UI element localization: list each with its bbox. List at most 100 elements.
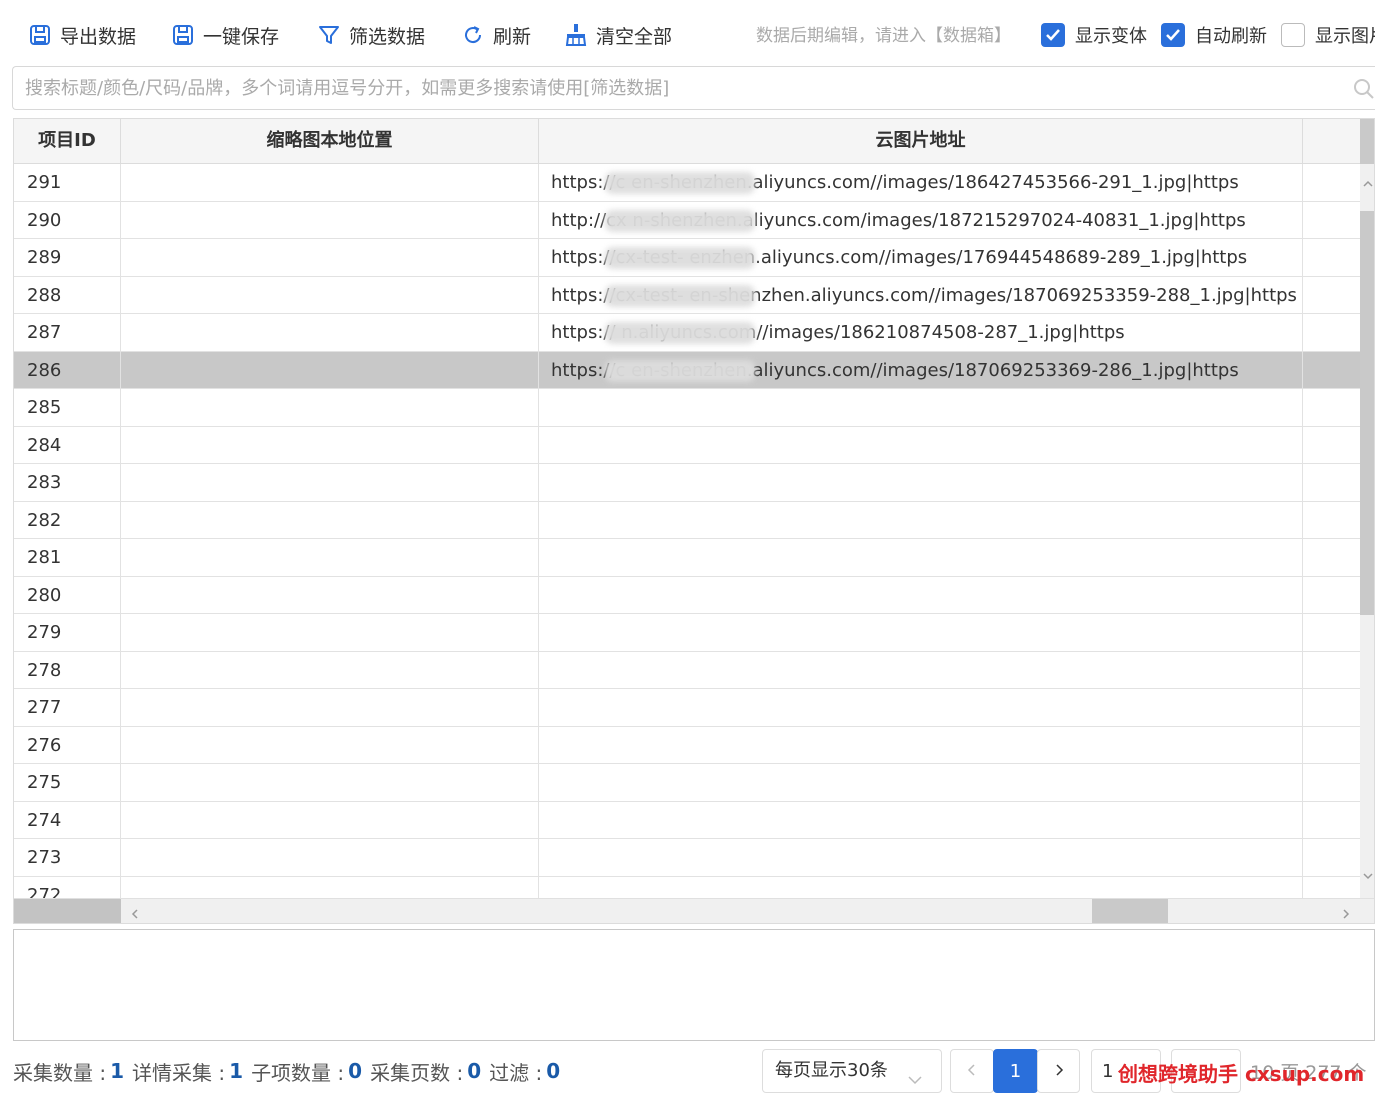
cell-project-id[interactable]: 289 [14,239,121,276]
cell-project-id[interactable]: 283 [14,464,121,501]
export-data-button[interactable]: 导出数据 [28,18,136,52]
cell-thumbnail-path[interactable] [121,389,539,426]
cell-project-id[interactable]: 277 [14,689,121,726]
table-row[interactable]: 285 [14,389,1360,427]
table-row[interactable]: 284 [14,426,1360,464]
table-row[interactable]: 272 [14,876,1360,898]
scroll-down-icon[interactable] [1362,867,1374,886]
cell-thumbnail-path[interactable] [121,614,539,651]
cell-project-id[interactable]: 282 [14,501,121,539]
table-row[interactable]: 273 [14,839,1360,877]
table-row[interactable]: 277 [14,689,1360,727]
cell-project-id[interactable]: 285 [14,389,121,426]
cell-cloud-image-url[interactable]: https://cx-test- enzhen.aliyuncs.com//im… [539,239,1303,276]
cell-cloud-image-url[interactable]: https://c en-shenzhen.aliyuncs.com//imag… [539,164,1303,201]
page-size-select[interactable]: 每页显示30条 [762,1049,942,1093]
cell-thumbnail-path[interactable] [121,314,539,351]
scroll-right-icon[interactable] [1340,905,1352,923]
table-row[interactable]: 278 [14,651,1360,689]
auto-refresh-checkbox[interactable]: 自动刷新 [1161,22,1267,48]
cell-cloud-image-url[interactable]: https://c en-shenzhen.aliyuncs.com//imag… [539,351,1303,389]
table-row[interactable]: 289 https://cx-test- enzhen.aliyuncs.com/… [14,239,1360,277]
table-row[interactable]: 280 [14,576,1360,614]
table-row[interactable]: 281 [14,539,1360,577]
table-row[interactable]: 282 [14,501,1360,539]
next-page-button[interactable] [1037,1049,1080,1093]
cell-project-id[interactable]: 274 [14,801,121,839]
vertical-scroll-thumb[interactable] [1360,211,1374,615]
cell-cloud-image-url[interactable] [539,651,1303,689]
cell-thumbnail-path[interactable] [121,239,539,276]
cell-project-id[interactable]: 279 [14,614,121,651]
cell-project-id[interactable]: 288 [14,276,121,314]
log-output-box[interactable] [13,929,1375,1041]
cell-thumbnail-path[interactable] [121,464,539,501]
cell-thumbnail-path[interactable] [121,201,539,239]
cell-thumbnail-path[interactable] [121,276,539,314]
clear-all-button[interactable]: 清空全部 [564,18,672,52]
cell-cloud-image-url[interactable] [539,876,1303,898]
table-row[interactable]: 274 [14,801,1360,839]
table-row[interactable]: 290 http://cx n-shenzhen.aliyuncs.com/ima… [14,201,1360,239]
column-header-cloud-image-url[interactable]: 云图片地址 [539,119,1303,163]
cell-thumbnail-path[interactable] [121,801,539,839]
cell-thumbnail-path[interactable] [121,876,539,898]
cell-project-id[interactable]: 276 [14,726,121,764]
column-header-thumbnail-path[interactable]: 缩略图本地位置 [121,119,539,163]
cell-cloud-image-url[interactable] [539,464,1303,501]
cell-thumbnail-path[interactable] [121,839,539,876]
cell-cloud-image-url[interactable] [539,614,1303,651]
cell-cloud-image-url[interactable]: https:// n.aliyuncs.com//images/18621087… [539,314,1303,351]
cell-project-id[interactable]: 278 [14,651,121,689]
cell-project-id[interactable]: 291 [14,164,121,201]
table-row[interactable]: 291 https://c en-shenzhen.aliyuncs.com//i… [14,164,1360,202]
table-row[interactable]: 286 https://c en-shenzhen.aliyuncs.com//i… [14,351,1360,389]
cell-cloud-image-url[interactable] [539,426,1303,464]
cell-project-id[interactable]: 284 [14,426,121,464]
horizontal-scroll-thumb[interactable] [1092,899,1168,923]
cell-cloud-image-url[interactable] [539,801,1303,839]
cell-thumbnail-path[interactable] [121,576,539,614]
cell-cloud-image-url[interactable]: http://cx n-shenzhen.aliyuncs.com/images… [539,201,1303,239]
table-row[interactable]: 275 [14,764,1360,802]
table-row[interactable]: 283 [14,464,1360,502]
cell-thumbnail-path[interactable] [121,539,539,576]
cell-project-id[interactable]: 290 [14,201,121,239]
refresh-button[interactable]: 刷新 [461,18,531,52]
cell-cloud-image-url[interactable] [539,501,1303,539]
table-row[interactable]: 287 https:// n.aliyuncs.com//images/18621… [14,314,1360,352]
cell-project-id[interactable]: 273 [14,839,121,876]
table-row[interactable]: 288 https://cx-test- en-shenzhen.aliyuncs… [14,276,1360,314]
prev-page-button[interactable] [950,1049,994,1093]
cell-cloud-image-url[interactable] [539,576,1303,614]
cell-project-id[interactable]: 287 [14,314,121,351]
scroll-up-icon[interactable] [1362,175,1374,194]
horizontal-scrollbar[interactable] [14,898,1374,923]
scroll-left-icon[interactable] [129,905,141,923]
cell-cloud-image-url[interactable] [539,764,1303,801]
page-button-current[interactable]: 1 [993,1049,1038,1093]
search-input[interactable] [25,73,1345,103]
cell-thumbnail-path[interactable] [121,501,539,539]
cell-project-id[interactable]: 286 [14,351,121,389]
cell-cloud-image-url[interactable] [539,839,1303,876]
cell-cloud-image-url[interactable] [539,389,1303,426]
cell-thumbnail-path[interactable] [121,689,539,726]
search-icon[interactable] [1353,78,1375,105]
cell-project-id[interactable]: 280 [14,576,121,614]
cell-thumbnail-path[interactable] [121,764,539,801]
show-image-checkbox[interactable]: 显示图片 [1281,22,1375,48]
show-variant-checkbox[interactable]: 显示变体 [1041,22,1147,48]
table-row[interactable]: 276 [14,726,1360,764]
cell-thumbnail-path[interactable] [121,164,539,201]
one-click-save-button[interactable]: 一键保存 [171,18,279,52]
cell-cloud-image-url[interactable] [539,539,1303,576]
column-header-id[interactable]: 项目ID [14,119,121,163]
cell-thumbnail-path[interactable] [121,651,539,689]
cell-cloud-image-url[interactable]: https://cx-test- en-shenzhen.aliyuncs.co… [539,276,1303,314]
table-row[interactable]: 279 [14,614,1360,652]
vertical-scrollbar[interactable] [1360,119,1374,898]
cell-project-id[interactable]: 272 [14,876,121,898]
cell-thumbnail-path[interactable] [121,726,539,764]
cell-thumbnail-path[interactable] [121,351,539,389]
